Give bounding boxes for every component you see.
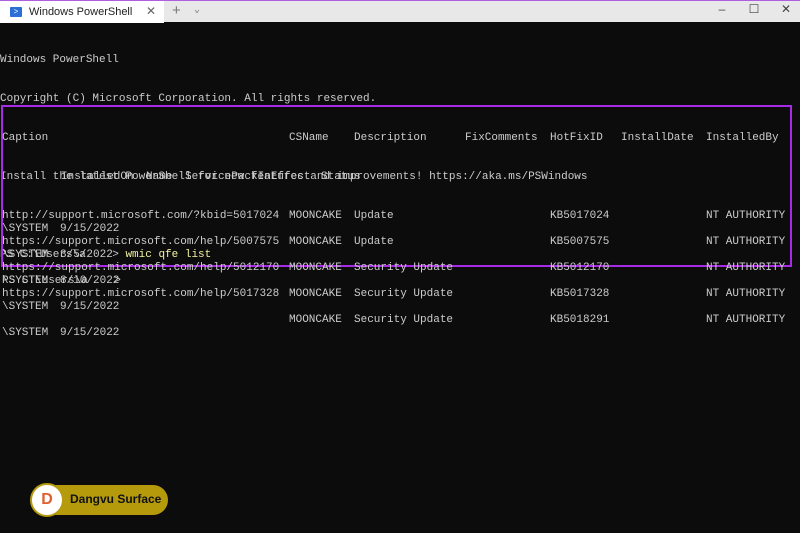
minimize-button[interactable]: – xyxy=(712,2,732,16)
tab-windows-powershell[interactable]: > Windows PowerShell ✕ xyxy=(0,1,164,23)
cell-installed-on: 9/15/2022 xyxy=(60,327,120,339)
cell-installed-by: NT AUTHORITY xyxy=(706,236,786,248)
cell-installed-by: NT AUTHORITY xyxy=(706,314,786,326)
table-row-continuation: \SYSTEM 9/15/2022 xyxy=(0,327,800,340)
table-row: MOONCAKE Security Update KB5018291 NT AUTHO… xyxy=(0,314,800,327)
title-bar: > Windows PowerShell ✕ + ⌄ – ☐ ✕ xyxy=(0,0,800,23)
final-prompt: PS C:\Users\a > xyxy=(2,275,121,287)
header-servicepack: ServicePackInEffect xyxy=(185,171,311,183)
header-caption: Caption xyxy=(2,132,49,144)
cell-hotfix: KB5007575 xyxy=(550,236,610,248)
cell-description: Update xyxy=(354,210,394,222)
terminal-line: Windows PowerShell xyxy=(0,54,119,66)
cell-installed-by-cont: \SYSTEM xyxy=(2,301,49,313)
cell-installed-by: NT AUTHORITY xyxy=(706,288,786,300)
table-header: Caption CSName Description FixComments H… xyxy=(0,132,800,145)
cell-csname: MOONCAKE xyxy=(289,236,342,248)
cell-caption: http://support.microsoft.com/?kbid=50170… xyxy=(2,210,280,222)
tab-dropdown-button[interactable]: ⌄ xyxy=(194,4,200,16)
header-name: Name xyxy=(146,171,173,183)
table-row: https://support.microsoft.com/help/50121… xyxy=(0,262,800,275)
cell-csname: MOONCAKE xyxy=(289,288,342,300)
cell-description: Security Update xyxy=(354,314,454,326)
cell-hotfix: KB5012170 xyxy=(550,262,610,274)
cell-description: Update xyxy=(354,236,394,248)
logo-text: Dangvu Surface xyxy=(70,492,162,506)
header-status: Status xyxy=(321,171,361,183)
header-installedon: InstalledOn xyxy=(61,171,134,183)
cell-installed-by: NT AUTHORITY xyxy=(706,210,786,222)
cell-installed-on: 9/15/2022 xyxy=(60,301,120,313)
header-csname: CSName xyxy=(289,132,329,144)
qfe-table: Caption CSName Description FixComments H… xyxy=(0,106,800,353)
cell-csname: MOONCAKE xyxy=(289,314,342,326)
header-description: Description xyxy=(354,132,427,144)
new-tab-button[interactable]: + xyxy=(172,2,181,19)
powershell-icon: > xyxy=(10,7,22,17)
table-row-continuation: \SYSTEM 9/15/2022 xyxy=(0,223,800,236)
watermark-logo: D Dangvu Surface xyxy=(30,483,168,517)
header-installdate: InstallDate xyxy=(621,132,694,144)
table-row: https://support.microsoft.com/help/50075… xyxy=(0,236,800,249)
cell-hotfix: KB5017328 xyxy=(550,288,610,300)
maximize-button[interactable]: ☐ xyxy=(744,2,764,16)
cell-caption: https://support.microsoft.com/help/50173… xyxy=(2,288,280,300)
cell-csname: MOONCAKE xyxy=(289,262,342,274)
cell-caption: https://support.microsoft.com/help/50121… xyxy=(2,262,280,274)
cell-installed-on: 3/5/2022 xyxy=(60,249,113,261)
cell-csname: MOONCAKE xyxy=(289,210,342,222)
cell-hotfix: KB5018291 xyxy=(550,314,610,326)
tab-title: Windows PowerShell xyxy=(29,6,133,18)
cell-installed-by: NT AUTHORITY xyxy=(706,262,786,274)
table-row-continuation: \SYSTEM 3/5/2022 xyxy=(0,249,800,262)
header-installedby: InstalledBy xyxy=(706,132,779,144)
table-row: http://support.microsoft.com/?kbid=50170… xyxy=(0,210,800,223)
tab-close-icon[interactable]: ✕ xyxy=(146,4,156,18)
table-header-2: InstalledOn Name ServicePackInEffect Sta… xyxy=(0,171,800,184)
cell-caption: https://support.microsoft.com/help/50075… xyxy=(2,236,280,248)
close-button[interactable]: ✕ xyxy=(776,2,796,16)
table-row: https://support.microsoft.com/help/50173… xyxy=(0,288,800,301)
cell-installed-by-cont: \SYSTEM xyxy=(2,327,49,339)
cell-description: Security Update xyxy=(354,288,454,300)
cell-hotfix: KB5017024 xyxy=(550,210,610,222)
cell-installed-by-cont: \SYSTEM xyxy=(2,249,49,261)
logo-icon: D xyxy=(30,483,64,517)
table-row-continuation: \SYSTEM 9/15/2022 xyxy=(0,301,800,314)
header-hotfixid: HotFixID xyxy=(550,132,603,144)
cell-installed-on: 9/15/2022 xyxy=(60,223,120,235)
cell-description: Security Update xyxy=(354,262,454,274)
cell-installed-by-cont: \SYSTEM xyxy=(2,223,49,235)
header-fixcomments: FixComments xyxy=(465,132,538,144)
